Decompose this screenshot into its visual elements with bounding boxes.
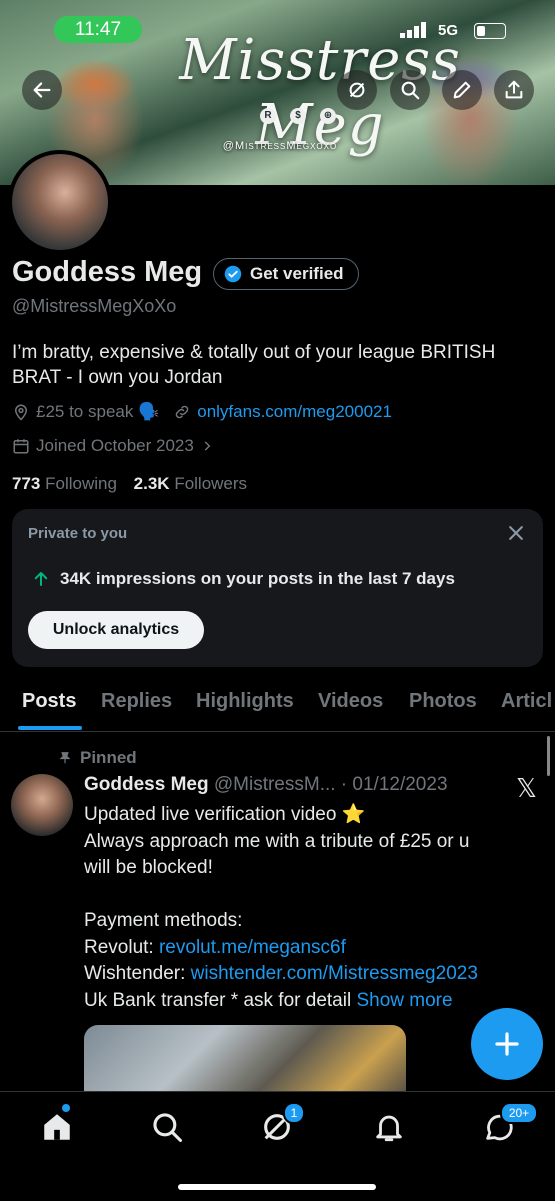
unlock-analytics-button[interactable]: Unlock analytics bbox=[28, 611, 204, 649]
profile-location: £25 to speak 🗣️ bbox=[36, 402, 160, 421]
profile-meta-row: £25 to speak 🗣️ onlyfans.com/meg200021 bbox=[12, 402, 392, 422]
profile-joined-row[interactable]: Joined October 2023 bbox=[12, 436, 214, 456]
banner-badge-globe: ⊕ bbox=[320, 108, 336, 124]
edit-button[interactable] bbox=[442, 70, 482, 110]
post-line-revolut: Revolut: revolut.me/megansc6f bbox=[84, 936, 346, 958]
grok-badge: 1 bbox=[283, 1102, 305, 1124]
compose-post-button[interactable] bbox=[471, 1008, 543, 1080]
edit-pen-icon bbox=[453, 81, 471, 99]
followers-link[interactable]: 2.3K Followers bbox=[134, 474, 247, 493]
get-verified-label: Get verified bbox=[250, 264, 344, 283]
post-line: Always approach me with a tribute of £25… bbox=[84, 830, 470, 852]
profile-name: Goddess Meg bbox=[12, 256, 203, 288]
arrow-up-icon bbox=[34, 572, 48, 586]
scrollbar[interactable] bbox=[547, 736, 550, 776]
share-button[interactable] bbox=[494, 70, 534, 110]
profile-tabs: Posts Replies Highlights Videos Photos A… bbox=[0, 686, 555, 732]
search-icon bbox=[401, 81, 420, 100]
search-icon[interactable] bbox=[150, 1110, 184, 1144]
verified-badge-icon bbox=[224, 265, 242, 283]
pinned-label: Pinned bbox=[80, 748, 137, 767]
profile-avatar[interactable] bbox=[8, 150, 112, 254]
post-author[interactable]: Goddess Meg bbox=[84, 774, 209, 795]
signal-icon bbox=[400, 22, 426, 38]
active-tab-indicator bbox=[18, 726, 82, 730]
post-avatar[interactable] bbox=[11, 774, 73, 836]
location-pin-icon bbox=[14, 404, 28, 421]
close-icon[interactable] bbox=[506, 523, 526, 543]
tab-videos[interactable]: Videos bbox=[318, 690, 383, 713]
wishtender-link[interactable]: wishtender.com/Mistressmeg2023 bbox=[191, 963, 478, 984]
post-line: Updated live verification video ⭐ bbox=[84, 804, 366, 825]
get-verified-button[interactable]: Get verified bbox=[213, 258, 359, 290]
post-line-wishtender: Wishtender: wishtender.com/Mistressmeg20… bbox=[84, 963, 478, 984]
post-handle-date: @MistressM... · 01/12/2023 bbox=[213, 774, 448, 795]
pin-icon bbox=[59, 752, 71, 764]
impressions-row: 34K impressions on your posts in the las… bbox=[32, 569, 455, 589]
profile-joined: Joined October 2023 bbox=[36, 436, 194, 455]
post-line-blank bbox=[84, 882, 539, 909]
status-time: 11:47 bbox=[54, 16, 142, 43]
search-profile-button[interactable] bbox=[390, 70, 430, 110]
battery-icon bbox=[474, 23, 506, 39]
profile-website-link[interactable]: onlyfans.com/meg200021 bbox=[197, 402, 392, 422]
analytics-card: Private to you 34K impressions on your p… bbox=[12, 509, 543, 667]
revolut-link[interactable]: revolut.me/megansc6f bbox=[159, 937, 346, 958]
link-icon bbox=[175, 405, 189, 419]
notifications-icon[interactable] bbox=[372, 1110, 406, 1144]
show-more-link[interactable]: Show more bbox=[356, 990, 452, 1011]
tab-photos[interactable]: Photos bbox=[409, 690, 477, 713]
home-icon[interactable] bbox=[40, 1110, 74, 1144]
following-link[interactable]: 773 Following bbox=[12, 474, 117, 493]
mute-button[interactable] bbox=[337, 70, 377, 110]
x-logo-icon: 𝕏 bbox=[516, 774, 537, 804]
post-text[interactable]: Updated live verification video ⭐ Always… bbox=[84, 802, 539, 1014]
follow-counts: 773 Following 2.3K Followers bbox=[12, 474, 247, 494]
chevron-right-icon bbox=[204, 441, 211, 451]
network-type: 5G bbox=[438, 22, 459, 39]
post-line-bank: Uk Bank transfer * ask for detail Show m… bbox=[84, 989, 453, 1011]
profile-handle: @MistressMegXoXo bbox=[12, 296, 177, 316]
banner-handle: @MistressMegxoxo bbox=[222, 140, 338, 152]
tab-posts[interactable]: Posts bbox=[22, 690, 76, 713]
pinned-indicator: Pinned bbox=[58, 748, 137, 768]
banner-badge-r: R bbox=[260, 108, 276, 124]
back-arrow-icon bbox=[33, 82, 51, 98]
tab-replies[interactable]: Replies bbox=[101, 690, 172, 713]
calendar-icon bbox=[13, 439, 29, 454]
post-line: Payment methods: bbox=[84, 910, 243, 931]
tab-articles[interactable]: Articl bbox=[501, 690, 552, 713]
mute-icon bbox=[349, 82, 365, 98]
profile-bio: I’m bratty, expensive & totally out of y… bbox=[12, 342, 496, 388]
analytics-card-title: Private to you bbox=[28, 525, 128, 542]
post-line: will be blocked! bbox=[84, 857, 213, 878]
tab-highlights[interactable]: Highlights bbox=[196, 690, 294, 713]
share-icon bbox=[505, 80, 523, 99]
banner-badge-dollar: $ bbox=[290, 108, 306, 124]
plus-icon bbox=[495, 1032, 519, 1056]
messages-badge: 20+ bbox=[500, 1102, 538, 1124]
back-button[interactable] bbox=[22, 70, 62, 110]
home-notification-dot bbox=[62, 1104, 70, 1112]
impressions-text: 34K impressions on your posts in the las… bbox=[60, 569, 455, 588]
post-header: Goddess Meg @MistressM... · 01/12/2023 bbox=[84, 774, 448, 796]
home-indicator bbox=[178, 1184, 376, 1190]
